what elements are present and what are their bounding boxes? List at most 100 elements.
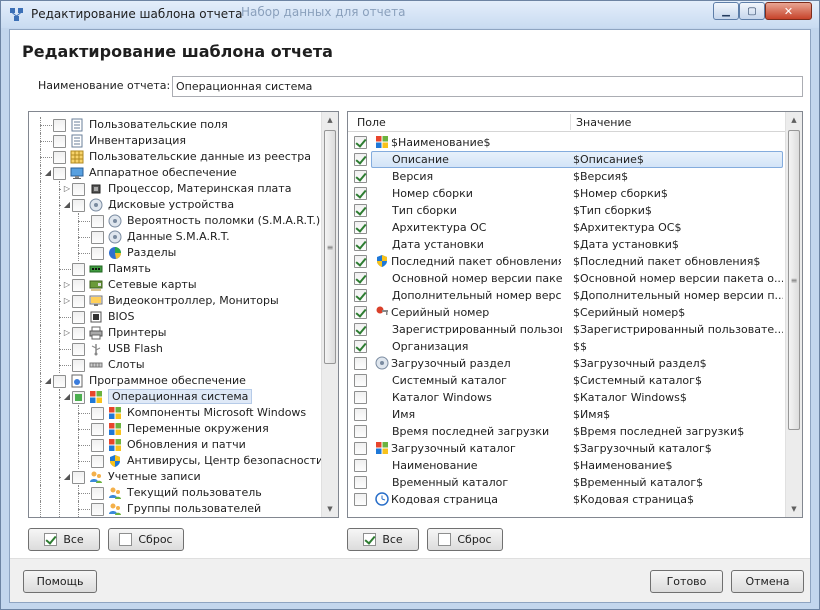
grid-scroll-thumb[interactable]: ≡ [788,130,800,430]
tree-item[interactable]: ▷ Принтеры [29,325,322,341]
tree-item-checkbox[interactable] [72,183,85,196]
maximize-button[interactable]: ▢ [739,2,765,20]
tree-item-checkbox[interactable] [72,343,85,356]
collapse-arrow-icon[interactable]: ◢ [62,199,72,209]
tree-item[interactable]: Компоненты Microsoft Windows [29,405,322,421]
tree-item-checkbox[interactable] [53,119,66,132]
tree-item[interactable]: ◢ Учетные записи [29,469,322,485]
tree-item-checkbox[interactable] [91,455,104,468]
field-checkbox[interactable] [354,408,367,421]
field-checkbox[interactable] [354,255,367,268]
scroll-down-icon[interactable]: ▼ [322,501,338,517]
column-header-value[interactable]: Значение [576,116,631,129]
select-all-right-button[interactable]: Все [347,528,419,551]
expand-arrow-icon[interactable]: ▷ [62,327,72,337]
tree-item[interactable]: Переменные окружения [29,421,322,437]
table-row[interactable]: Номер сборки $Номер сборки$ [348,185,786,202]
tree-item[interactable]: Слоты [29,357,322,373]
field-checkbox[interactable] [354,459,367,472]
table-row[interactable]: Каталог Windows $Каталог Windows$ [348,389,786,406]
field-checkbox[interactable] [354,391,367,404]
tree-item[interactable]: ▷ Сетевые карты [29,277,322,293]
cancel-button[interactable]: Отмена [731,570,804,593]
tree-item[interactable]: Обновления и патчи [29,437,322,453]
table-row[interactable]: Основной номер версии пакета о... $Основн… [348,270,786,287]
field-checkbox[interactable] [354,238,367,251]
tree-item-checkbox[interactable] [72,279,85,292]
tree-scrollbar[interactable]: ▲ ≡ ▼ [321,112,338,517]
scroll-up-icon[interactable]: ▲ [322,112,338,128]
tree-item-checkbox[interactable] [72,311,85,324]
tree-item-checkbox[interactable] [91,407,104,420]
table-row[interactable]: Дата установки $Дата установки$ [348,236,786,253]
tree-item-checkbox[interactable] [72,391,85,404]
tree-item[interactable]: Пользовательские поля [29,117,322,133]
table-row[interactable]: Кодовая страница $Кодовая страница$ [348,491,786,508]
field-checkbox[interactable] [354,442,367,455]
tree-item-checkbox[interactable] [72,471,85,484]
field-checkbox[interactable] [354,323,367,336]
reset-left-button[interactable]: Сброс [108,528,184,551]
field-checkbox[interactable] [354,136,367,149]
tree-item[interactable]: Пользовательские данные из реестра [29,149,322,165]
scroll-up-icon[interactable]: ▲ [786,112,802,128]
grid-scrollbar[interactable]: ▲ ≡ ▼ [785,112,802,517]
table-row[interactable]: Версия $Версия$ [348,168,786,185]
expand-arrow-icon[interactable]: ▷ [62,183,72,193]
table-row[interactable]: Последний пакет обновления $Последний пак… [348,253,786,270]
field-checkbox[interactable] [354,204,367,217]
reset-right-button[interactable]: Сброс [427,528,503,551]
report-name-input[interactable] [172,76,803,97]
field-checkbox[interactable] [354,425,367,438]
table-row[interactable]: Зарегистрированный пользов... $Зарегистри… [348,321,786,338]
tree-item[interactable]: ◢ Дисковые устройства [29,197,322,213]
collapse-arrow-icon[interactable]: ◢ [43,375,53,385]
close-button[interactable]: ✕ [765,2,812,20]
tree-item-checkbox[interactable] [72,359,85,372]
minimize-button[interactable]: ▁ [713,2,739,20]
tree-item[interactable]: Текущий пользователь [29,485,322,501]
tree-item-checkbox[interactable] [91,247,104,260]
tree-item[interactable]: ▷ Видеоконтроллер, Мониторы [29,293,322,309]
table-row[interactable]: Наименование $Наименование$ [348,457,786,474]
tree-item[interactable]: Данные S.M.A.R.T. [29,229,322,245]
table-row[interactable]: Загрузочный раздел $Загрузочный раздел$ [348,355,786,372]
field-checkbox[interactable] [354,340,367,353]
tree-item-checkbox[interactable] [53,375,66,388]
table-row[interactable]: Архитектура ОС $Архитектура ОС$ [348,219,786,236]
tree-item[interactable]: Антивирусы, Центр безопасности [29,453,323,469]
tree-item[interactable]: Вероятность поломки (S.M.A.R.T.) [29,213,322,229]
tree-item-checkbox[interactable] [91,423,104,436]
field-checkbox[interactable] [354,153,367,166]
tree-item[interactable]: Группы пользователей [29,501,322,517]
field-checkbox[interactable] [354,476,367,489]
field-checkbox[interactable] [354,374,367,387]
table-row[interactable]: Тип сборки $Тип сборки$ [348,202,786,219]
collapse-arrow-icon[interactable]: ◢ [62,471,72,481]
field-checkbox[interactable] [354,187,367,200]
table-row[interactable]: Дополнительный номер версии... $Дополните… [348,287,786,304]
table-row[interactable]: Имя $Имя$ [348,406,786,423]
tree-item[interactable]: ◢ Программное обеспечение [29,373,322,389]
column-divider[interactable] [570,114,571,130]
tree-item-checkbox[interactable] [91,215,104,228]
tree-item-checkbox[interactable] [53,167,66,180]
tree-item-checkbox[interactable] [53,135,66,148]
tree-item[interactable]: Разделы [29,245,322,261]
help-button[interactable]: Помощь [23,570,97,593]
tree-item[interactable]: ◢ Операционная система [29,389,322,405]
tree-item-checkbox[interactable] [72,295,85,308]
select-all-left-button[interactable]: Все [28,528,100,551]
field-checkbox[interactable] [354,306,367,319]
tree-item-checkbox[interactable] [91,231,104,244]
tree-item-checkbox[interactable] [91,487,104,500]
table-row[interactable]: Загрузочный каталог $Загрузочный каталог$ [348,440,786,457]
table-row[interactable]: Время последней загрузки $Время последней… [348,423,786,440]
tree-item[interactable]: ▷ Процессор, Материнская плата [29,181,322,197]
field-checkbox[interactable] [354,357,367,370]
tree-item[interactable]: Память [29,261,322,277]
field-checkbox[interactable] [354,289,367,302]
table-row[interactable]: Системный каталог $Системный каталог$ [348,372,786,389]
tree-item-checkbox[interactable] [53,151,66,164]
table-row[interactable]: Временный каталог $Временный каталог$ [348,474,786,491]
